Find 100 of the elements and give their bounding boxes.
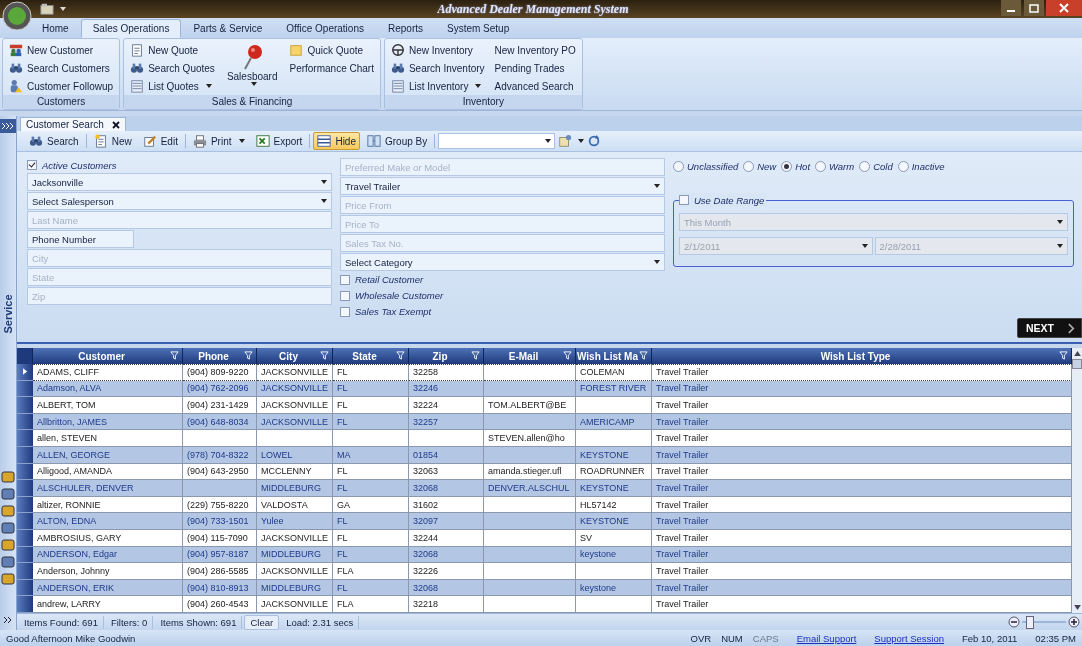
shortcut-icon[interactable] <box>1 470 15 484</box>
filter-icon[interactable] <box>396 351 405 360</box>
list-icon <box>130 79 145 93</box>
radio-button[interactable] <box>743 160 755 172</box>
support-link[interactable]: Support Session <box>874 632 945 644</box>
toolbar-button[interactable]: Export <box>251 132 307 150</box>
ribbon-button[interactable]: Pending Trades <box>492 59 578 77</box>
dropdown-field[interactable]: Jacksonville <box>27 173 332 191</box>
ribbon-tab[interactable]: Home <box>30 19 81 38</box>
radio-button[interactable] <box>859 160 871 172</box>
table-cell: FL <box>333 529 409 547</box>
column-header[interactable]: Zip <box>409 348 484 364</box>
filter-icon[interactable] <box>471 351 480 360</box>
table-cell: JACKSONVILLE <box>257 364 333 381</box>
toolbar-button[interactable]: Group By <box>363 132 432 150</box>
radio-button[interactable] <box>781 160 793 172</box>
ribbon-button[interactable]: Search Quotes <box>128 59 217 77</box>
next-button[interactable]: NEXT <box>1017 318 1082 338</box>
ribbon-button[interactable]: Quick Quote <box>287 41 376 59</box>
restore-button[interactable] <box>1023 0 1045 16</box>
column-header[interactable]: City <box>257 348 333 364</box>
side-panel-label[interactable]: Service <box>2 294 14 334</box>
refresh-icon[interactable] <box>587 134 602 148</box>
ribbon-button[interactable]: New Inventory <box>388 41 487 59</box>
ribbon-button[interactable]: Performance Chart <box>287 59 376 77</box>
shortcut-icon[interactable] <box>1 504 15 518</box>
ribbon-button[interactable]: Advanced Search <box>492 77 578 95</box>
settings-icon[interactable] <box>558 134 573 148</box>
ribbon-button[interactable]: List Inventory <box>388 77 487 95</box>
checkbox[interactable] <box>340 290 350 301</box>
ribbon-button[interactable]: List Quotes <box>128 77 217 95</box>
column-header[interactable]: Phone <box>183 348 257 364</box>
support-link[interactable]: Email Support <box>796 632 857 644</box>
radio-button[interactable] <box>673 160 684 172</box>
shortcut-icon[interactable] <box>1 538 15 552</box>
column-header[interactable]: E-Mail <box>484 348 576 364</box>
checkbox[interactable] <box>340 274 350 285</box>
shortcut-icon[interactable] <box>1 572 15 586</box>
shortcut-icon[interactable] <box>1 555 15 569</box>
toolbar-button[interactable]: Hide <box>313 132 360 150</box>
document-tab[interactable]: Customer Search <box>20 117 126 131</box>
checkbox[interactable] <box>27 160 37 170</box>
scroll-down-icon[interactable] <box>1073 605 1081 610</box>
filter-icon[interactable] <box>244 351 253 360</box>
minimize-button[interactable] <box>1000 0 1022 16</box>
ribbon-button[interactable]: Salesboard <box>222 41 282 88</box>
filter-icon[interactable] <box>563 351 572 360</box>
checkbox-label: Sales Tax Exempt <box>355 306 432 317</box>
column-header[interactable]: Wish List Ma <box>576 348 652 364</box>
ribbon-button[interactable]: Customer Followup <box>7 77 116 95</box>
table-cell: KEYSTONE <box>576 513 652 530</box>
ribbon-button[interactable]: Search Inventory <box>388 59 487 77</box>
close-icon[interactable] <box>111 120 120 129</box>
dropdown-field[interactable]: Select Salesperson <box>27 192 332 210</box>
ribbon-button[interactable]: Search Customers <box>7 59 116 77</box>
ribbon-button[interactable]: New Quote <box>128 41 217 59</box>
toolbar-button[interactable]: Print <box>188 132 249 150</box>
dropdown-field[interactable]: Travel Trailer <box>340 177 665 195</box>
table-cell: 32258 <box>409 364 484 381</box>
row-selector[interactable] <box>17 364 33 381</box>
toolbar-button[interactable]: New <box>89 132 136 150</box>
filter-icon[interactable] <box>1059 351 1068 360</box>
scrollbar[interactable] <box>1072 348 1082 613</box>
column-header[interactable]: State <box>333 348 409 364</box>
zoom-out-icon[interactable] <box>1008 616 1020 628</box>
caret-icon[interactable] <box>60 7 66 11</box>
column-header[interactable]: Wish List Type <box>652 348 1072 364</box>
slider-thumb[interactable] <box>1025 615 1034 629</box>
scroll-thumb[interactable] <box>1072 359 1082 369</box>
filter-icon[interactable] <box>170 351 179 360</box>
caret-icon <box>578 139 585 143</box>
zoom-slider[interactable] <box>1022 615 1066 629</box>
checkbox[interactable] <box>340 306 350 317</box>
ribbon-tab[interactable]: Sales Operations <box>80 19 182 38</box>
ribbon-tab[interactable]: Reports <box>375 19 435 38</box>
radio-button[interactable] <box>897 160 909 172</box>
folder-icon[interactable] <box>40 2 54 16</box>
ribbon-button[interactable]: New Inventory PO <box>492 41 578 59</box>
ribbon-button[interactable]: New Customer <box>7 41 116 59</box>
shortcut-icon[interactable] <box>1 487 15 501</box>
tab-label[interactable]: Customer Search <box>26 119 104 130</box>
input-field[interactable]: Phone Number <box>27 230 134 248</box>
dropdown-field[interactable]: Select Category <box>340 253 665 271</box>
ribbon-tab[interactable]: Parts & Service <box>181 19 275 38</box>
expand-icon[interactable] <box>3 616 13 626</box>
filter-icon[interactable] <box>639 351 648 360</box>
scroll-up-icon[interactable] <box>1073 351 1081 356</box>
toolbar-button[interactable]: Edit <box>138 132 182 150</box>
clear-button[interactable]: Clear <box>244 614 280 630</box>
summary-text: Items Found: 691 <box>19 615 104 629</box>
zoom-in-icon[interactable] <box>1068 616 1080 628</box>
filter-icon[interactable] <box>320 351 329 360</box>
shortcut-icon[interactable] <box>1 521 15 535</box>
close-button[interactable] <box>1046 0 1082 16</box>
column-header[interactable]: Customer <box>33 348 183 364</box>
radio-button[interactable] <box>815 160 827 172</box>
toolbar-button[interactable]: Search <box>25 132 83 150</box>
ribbon-tab[interactable]: System Setup <box>435 19 522 38</box>
expand-icon[interactable] <box>0 119 16 133</box>
ribbon-tab[interactable]: Office Operations <box>274 19 376 38</box>
